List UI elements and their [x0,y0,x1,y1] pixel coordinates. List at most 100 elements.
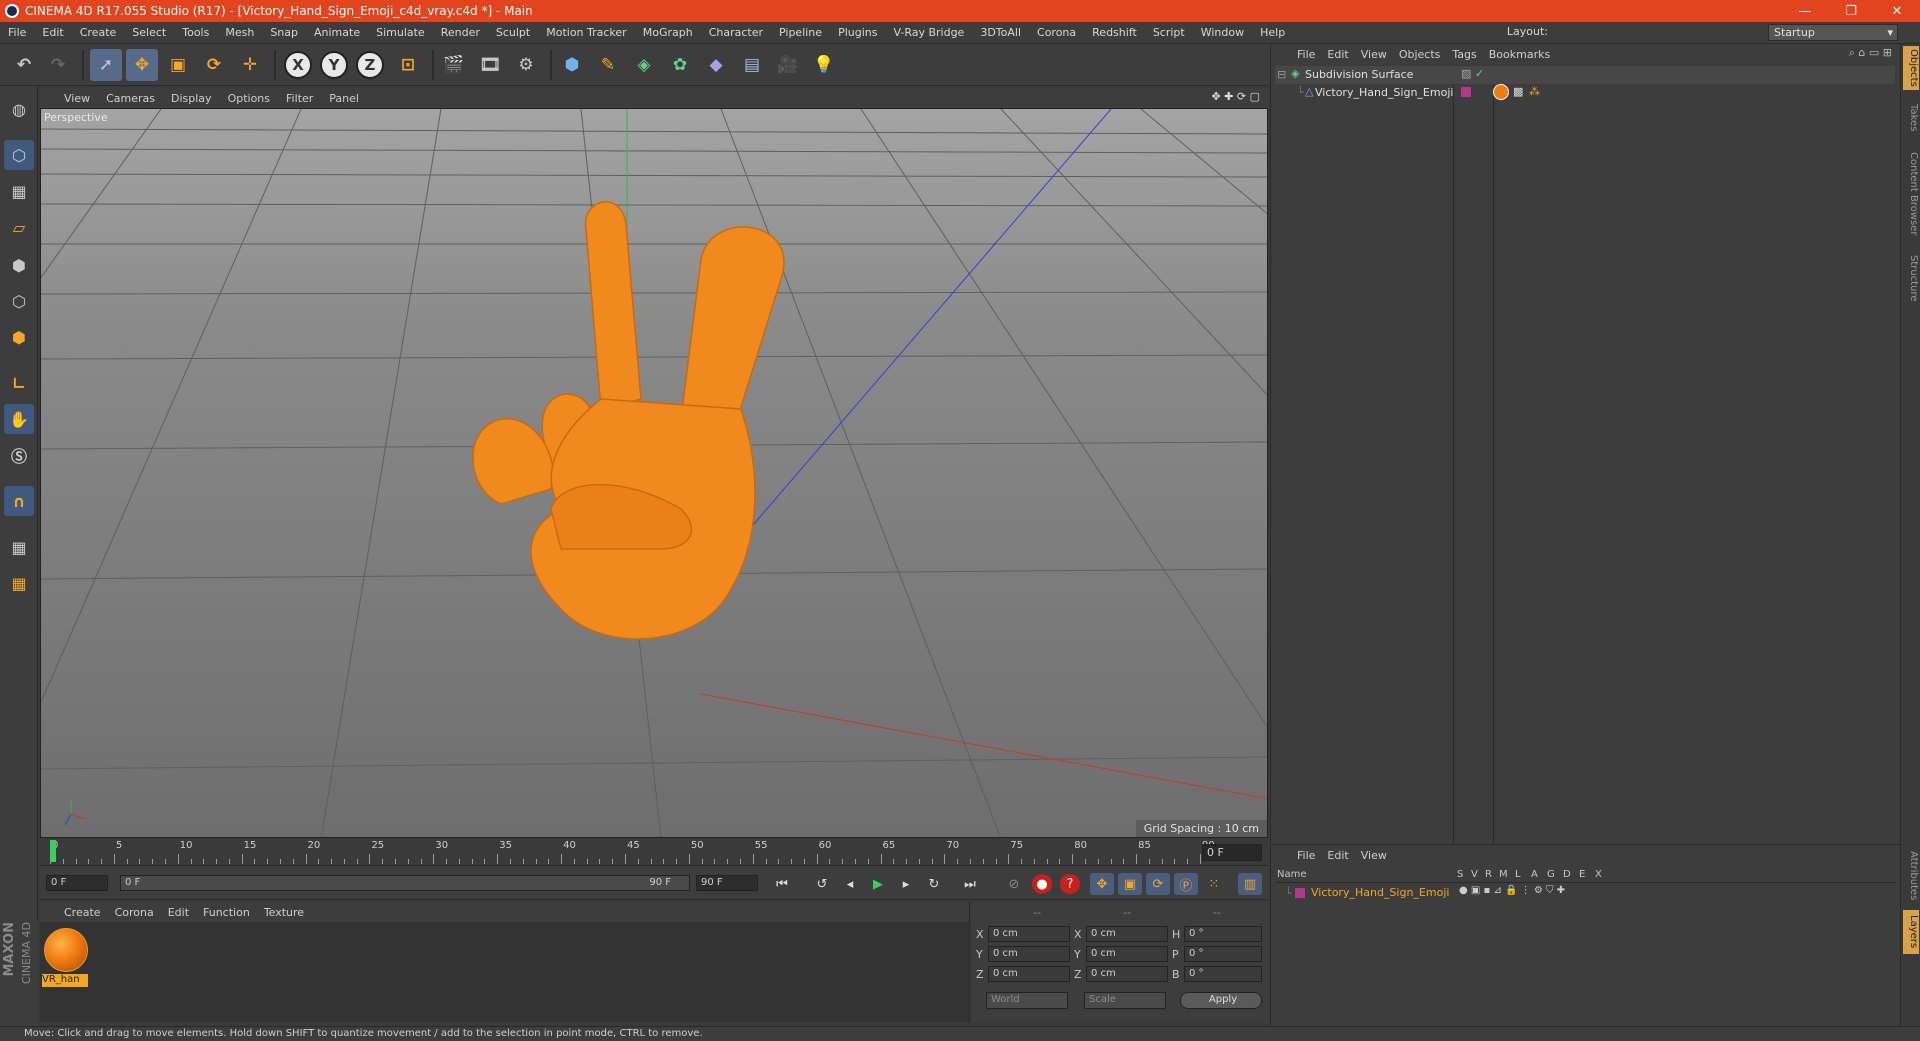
x-axis-lock-button[interactable]: X [284,51,312,79]
light-icon[interactable]: 💡 [808,49,840,81]
rotate-tool-icon[interactable]: ⟳ [198,49,230,81]
enabled-check-icon[interactable]: ✓ [1475,67,1484,80]
menu-tools[interactable]: Tools [174,26,217,39]
rotation-p-field[interactable]: 0 ° [1184,946,1262,962]
rotation-h-field[interactable]: 0 ° [1184,926,1262,942]
key-position-icon[interactable]: ✥ [1090,873,1114,895]
redo-icon[interactable]: ↷ [42,49,74,81]
edges-mode-icon[interactable]: ⬡ [4,286,34,316]
object-row[interactable]: ⊟ ◈ Subdivision Surface ▨ ✓ [1275,66,1895,84]
layer-menu-edit[interactable]: Edit [1323,849,1356,862]
menu-sculpt[interactable]: Sculpt [488,26,538,39]
menu-snap[interactable]: Snap [262,26,306,39]
layer-row[interactable]: └ Victory_Hand_Sign_Emoji ● ▣ ▪ ⊿ 🔒 ⋮ ⚙ … [1275,885,1895,901]
start-frame-field[interactable]: 0 F [46,875,108,891]
model-mode-icon[interactable]: ⬡ [4,140,34,170]
position-y-field[interactable]: 0 cm [988,946,1070,962]
polygons-mode-icon[interactable]: ⬢ [4,322,34,352]
menu-help[interactable]: Help [1252,26,1293,39]
y-axis-lock-button[interactable]: Y [320,51,348,79]
current-frame-field[interactable]: 0 F [1202,844,1262,861]
tab-structure[interactable]: Structure [1903,250,1919,306]
viewport-menu-filter[interactable]: Filter [280,92,323,105]
make-editable-icon[interactable]: ◍ [4,94,34,124]
viewport-menu-cameras[interactable]: Cameras [100,92,165,105]
go-to-end-icon[interactable]: ⏭ [958,873,982,895]
menu-character[interactable]: Character [701,26,771,39]
autokeying-icon[interactable]: ? [1060,874,1080,894]
playhead[interactable] [50,840,56,862]
viewport-menu-display[interactable]: Display [165,92,222,105]
move-tool-icon[interactable]: ✥ [126,49,158,81]
column-deformers[interactable]: D [1563,869,1571,880]
position-x-field[interactable]: 0 cm [988,926,1070,942]
column-generators[interactable]: G [1547,869,1555,880]
texture-tag-icon[interactable]: ▩ [1513,85,1523,98]
keyframe-selection-icon[interactable]: ⊘ [1002,873,1026,895]
size-mode-select[interactable]: Scale [1084,992,1166,1009]
rotation-b-field[interactable]: 0 ° [1184,966,1262,982]
material-menu-function[interactable]: Function [199,906,260,919]
frame-ruler[interactable]: 051015202530354045505560657075808590 [50,840,1215,864]
column-animation[interactable]: A [1531,869,1538,880]
key-scale-icon[interactable]: ▣ [1118,873,1142,895]
points-mode-icon[interactable]: ⬢ [4,250,34,280]
layout-select[interactable]: Startup [1768,24,1898,41]
perspective-viewport[interactable]: Grid Spacing : 10 cm [40,108,1268,838]
menu-3dtoall[interactable]: 3DToAll [972,26,1029,39]
render-view-icon[interactable]: 🎬 [438,49,470,81]
column-expressions[interactable]: E [1579,869,1585,880]
material-name[interactable]: VR_han [42,974,88,987]
object-menu-file[interactable]: File [1293,48,1323,61]
menu-file[interactable]: File [0,26,34,39]
menu-edit[interactable]: Edit [34,26,71,39]
object-menu-edit[interactable]: Edit [1323,48,1356,61]
column-view[interactable]: V [1471,869,1478,880]
layer-toggle-icons[interactable]: ● ▣ ▪ ⊿ 🔒 ⋮ ⚙ ⛉ ✚ [1459,885,1565,896]
timeline-ruler[interactable]: 051015202530354045505560657075808590 0 F [40,838,1268,866]
victory-hand-model[interactable] [472,201,785,640]
menu-redshift[interactable]: Redshift [1084,26,1145,39]
floor-icon[interactable]: ▤ [736,49,768,81]
menu-window[interactable]: Window [1193,26,1252,39]
coordinate-system-icon[interactable]: ⊡ [392,49,424,81]
menu-vray-bridge[interactable]: V-Ray Bridge [885,26,972,39]
material-tag-icon[interactable] [1493,84,1509,100]
texture-mode-icon[interactable]: ▦ [4,176,34,206]
grid-lock-icon[interactable]: ▦ [4,532,34,562]
viewport-menu-options[interactable]: Options [222,92,280,105]
next-key-icon[interactable]: ↻ [922,873,946,895]
column-locked[interactable]: L [1515,869,1521,880]
tab-content-browser[interactable]: Content Browser [1903,146,1919,242]
z-axis-lock-button[interactable]: Z [356,51,384,79]
minimize-button[interactable]: — [1782,0,1828,22]
layer-name[interactable]: Victory_Hand_Sign_Emoji [1311,886,1449,899]
frame-range-slider[interactable]: 0 F 90 F [120,875,690,891]
axis-mode-icon[interactable]: ∟ [4,368,34,398]
menu-plugins[interactable]: Plugins [830,26,885,39]
menu-select[interactable]: Select [124,26,174,39]
live-transform-icon[interactable]: ✛ [234,49,266,81]
camera-icon[interactable]: 🎥 [772,49,804,81]
scale-tool-icon[interactable]: ▣ [162,49,194,81]
timeline-window-icon[interactable]: ▥ [1238,873,1262,895]
spline-pen-icon[interactable]: ✎ [592,49,624,81]
menu-mesh[interactable]: Mesh [217,26,262,39]
object-menu-tags[interactable]: Tags [1448,48,1484,61]
workplane-mode-icon[interactable]: ▱ [4,212,34,242]
coordinate-system-select[interactable]: World [986,992,1068,1009]
apply-button[interactable]: Apply [1180,992,1262,1009]
position-z-field[interactable]: 0 cm [988,966,1070,982]
object-name[interactable]: Victory_Hand_Sign_Emoji [1315,86,1453,99]
key-pla-icon[interactable]: ⁙ [1202,873,1226,895]
material-preview-swatch[interactable] [44,928,88,972]
menu-motion-tracker[interactable]: Motion Tracker [538,26,634,39]
render-settings-icon[interactable]: ⚙ [510,49,542,81]
solo-mode-icon[interactable]: Ⓢ [4,440,34,470]
material-menu-corona[interactable]: Corona [111,906,164,919]
menu-simulate[interactable]: Simulate [368,26,433,39]
object-menu-objects[interactable]: Objects [1395,48,1449,61]
end-frame-field[interactable]: 90 F [696,875,758,891]
viewport-menu-view[interactable]: View [58,92,100,105]
viewport-menu-panel[interactable]: Panel [323,92,369,105]
